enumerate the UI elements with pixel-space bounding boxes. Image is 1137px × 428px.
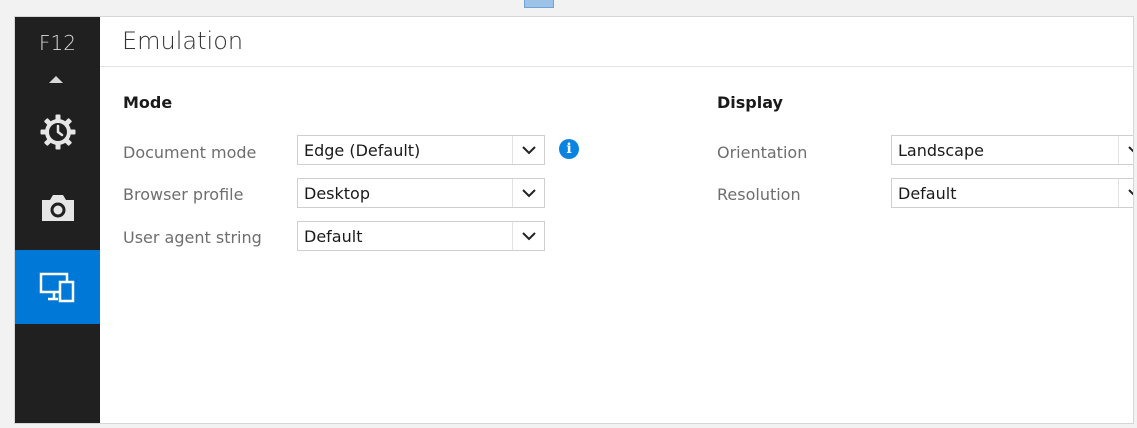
- main-content: Emulation Mode Document mode Edge (Defau…: [100, 17, 1133, 423]
- chevron-down-icon: [512, 136, 544, 164]
- devices-icon: [38, 270, 78, 304]
- top-tab-indicator: [524, 0, 554, 8]
- sidebar-item-performance[interactable]: [15, 95, 100, 169]
- browser-profile-select[interactable]: Desktop: [297, 178, 545, 208]
- resolution-value: Default: [898, 184, 957, 203]
- sidebar-item-memory[interactable]: [15, 171, 100, 245]
- document-mode-label: Document mode: [123, 143, 257, 162]
- document-mode-select[interactable]: Edge (Default): [297, 135, 545, 165]
- document-mode-value: Edge (Default): [304, 141, 421, 160]
- collapse-caret-icon[interactable]: [49, 76, 63, 83]
- resolution-select[interactable]: Default: [891, 178, 1133, 208]
- clock-gear-icon: [39, 113, 77, 151]
- resolution-label: Resolution: [717, 185, 801, 204]
- user-agent-select[interactable]: Default: [297, 221, 545, 251]
- chevron-down-icon: [1118, 179, 1133, 207]
- orientation-value: Landscape: [898, 141, 984, 160]
- display-heading: Display: [717, 93, 783, 112]
- browser-profile-value: Desktop: [304, 184, 370, 203]
- chevron-down-icon: [512, 179, 544, 207]
- chevron-down-icon: [512, 222, 544, 250]
- sidebar-title: F12: [39, 31, 76, 55]
- mode-heading: Mode: [123, 93, 173, 112]
- info-icon[interactable]: i: [559, 139, 579, 159]
- devtools-window: F12 Emulation Mode Document mode Edge (D…: [14, 16, 1134, 424]
- user-agent-label: User agent string: [123, 228, 262, 247]
- page-title: Emulation: [122, 27, 244, 55]
- sidebar-item-emulation[interactable]: [15, 250, 100, 324]
- chevron-down-icon: [1118, 136, 1133, 164]
- orientation-label: Orientation: [717, 143, 808, 162]
- title-bar: Emulation: [100, 17, 1133, 67]
- user-agent-value: Default: [304, 227, 363, 246]
- camera-icon: [39, 192, 77, 224]
- orientation-select[interactable]: Landscape: [891, 135, 1133, 165]
- browser-profile-label: Browser profile: [123, 185, 244, 204]
- sidebar: F12: [15, 17, 100, 423]
